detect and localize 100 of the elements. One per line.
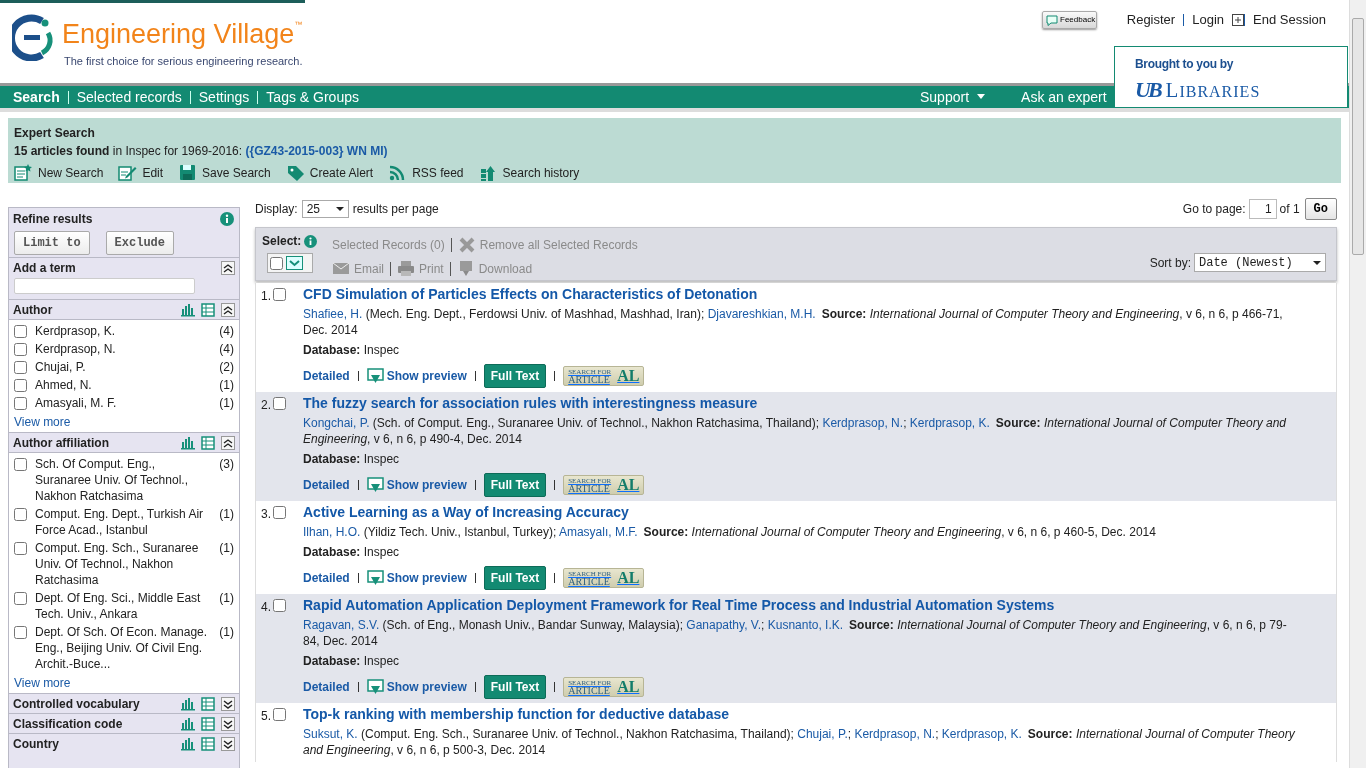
checkbox[interactable] (273, 288, 286, 301)
top-link[interactable]: Register (1118, 10, 1184, 30)
full-text-button[interactable]: Full Text (483, 566, 547, 590)
checkbox[interactable] (14, 397, 27, 410)
view-more-link[interactable]: View more (14, 676, 71, 690)
edit-icon (118, 163, 138, 182)
sort-select[interactable]: Date (Newest) (1194, 253, 1326, 272)
checkbox[interactable] (14, 626, 27, 639)
filter-button[interactable]: Exclude (105, 231, 175, 255)
result-title-link[interactable]: The fuzzy search for association rules with interestingness measure (303, 394, 758, 412)
bar-chart-icon[interactable] (180, 716, 195, 731)
feedback-button[interactable]: Feedback (1042, 11, 1097, 29)
nav-tab[interactable]: Tags & Groups (258, 89, 367, 105)
checkbox[interactable] (273, 397, 286, 410)
collapse-icon[interactable] (221, 302, 235, 317)
full-text-button[interactable]: Full Text (483, 675, 547, 699)
checkbox[interactable] (14, 325, 27, 338)
nav-link[interactable]: Ask an expert (1013, 89, 1115, 105)
author-link[interactable]: Kerdprasop, K. (941, 727, 1022, 741)
bar-chart-icon[interactable] (180, 302, 195, 317)
section-title: Author (13, 301, 53, 319)
top-link[interactable]: Login (1184, 10, 1232, 30)
full-text-button[interactable]: Full Text (483, 364, 547, 388)
bar-chart-icon[interactable] (180, 696, 195, 711)
result-title-link[interactable]: Active Learning as a Way of Increasing Accuracy (303, 503, 629, 521)
result-title-link[interactable]: CFD Simulation of Particles Effects on Characteristics of Detonation (303, 285, 758, 303)
scrollbar[interactable] (1349, 0, 1366, 768)
top-link[interactable]: End Session (1245, 10, 1334, 30)
author-link[interactable]: Amasyalı, M.F. (558, 525, 638, 539)
author-link[interactable]: Chujai, P. (797, 727, 848, 741)
result-title-link[interactable]: Top-k ranking with membership function for deductive database (303, 705, 729, 723)
author-link[interactable]: Ganapathy, V. (686, 618, 762, 632)
full-text-button[interactable]: Full Text (483, 473, 547, 497)
filter-button[interactable]: Limit to (14, 231, 90, 255)
expand-icon[interactable] (221, 716, 235, 731)
table-icon[interactable] (201, 736, 215, 751)
nav-tab[interactable]: Settings (190, 89, 258, 105)
checkbox[interactable] (273, 708, 286, 721)
close-icon (457, 236, 476, 254)
author-link[interactable]: Suksut, K. (303, 727, 358, 741)
toolbar-link[interactable]: Search history (478, 163, 580, 182)
result-title-link[interactable]: Rapid Automation Application Deployment Framework for Real Time Process and Industrial Automation Systems (303, 596, 1055, 614)
select-all-control[interactable] (267, 253, 313, 273)
toolbar-link[interactable]: Save Search (178, 163, 271, 182)
database-text: Database: Inspec (303, 451, 401, 468)
display-label: Display: (255, 201, 298, 218)
detailed-link[interactable]: Detailed (303, 476, 350, 494)
checkbox[interactable] (14, 343, 27, 356)
show-preview-link[interactable]: Show preview (366, 569, 467, 587)
checkbox[interactable] (14, 508, 27, 521)
per-page-select[interactable]: 25 (301, 200, 349, 218)
checkbox[interactable] (273, 506, 286, 519)
author-link[interactable]: Shafiee, H. (303, 307, 363, 321)
checkbox[interactable] (273, 599, 286, 612)
nav-tab[interactable]: Search (5, 89, 68, 105)
table-icon[interactable] (201, 696, 215, 711)
detailed-link[interactable]: Detailed (303, 367, 350, 385)
table-icon[interactable] (201, 435, 215, 450)
author-link[interactable]: Ragavan, S.V. (303, 618, 380, 632)
author-link[interactable]: Kongchai, P. (303, 416, 370, 430)
checkbox[interactable] (14, 592, 27, 605)
show-preview-link[interactable]: Show preview (366, 678, 467, 696)
term-field[interactable] (14, 278, 195, 294)
show-preview-link[interactable]: Show preview (366, 367, 467, 385)
show-preview-link[interactable]: Show preview (366, 476, 467, 494)
author-link[interactable]: Ilhan, H.O. (303, 525, 361, 539)
toolbar-link[interactable]: Edit (118, 163, 164, 182)
bar-chart-icon[interactable] (180, 736, 195, 751)
checkbox[interactable] (14, 458, 27, 471)
facet-label: Chujai, P. (35, 359, 87, 375)
toolbar-link[interactable]: Create Alert (285, 163, 374, 182)
checkbox[interactable] (14, 361, 27, 374)
view-more-link[interactable]: View more (14, 415, 71, 429)
table-icon[interactable] (201, 302, 215, 317)
author-link[interactable]: Djavareshkian, M.H. (707, 307, 816, 321)
author-link[interactable]: Kerdprasop, N. (822, 416, 904, 430)
toolbar-link[interactable]: RSS feed (388, 163, 464, 182)
nav-link[interactable]: Support (912, 89, 994, 105)
info-icon[interactable] (304, 234, 318, 248)
plus-box-icon[interactable] (1232, 13, 1244, 26)
toolbar-link[interactable]: New Search (14, 163, 104, 182)
collapse-icon[interactable] (221, 435, 235, 450)
detailed-link[interactable]: Detailed (303, 678, 350, 696)
author-link[interactable]: Kusnanto, I.K. (767, 618, 844, 632)
collapse-icon[interactable] (221, 260, 235, 275)
author-link[interactable]: Kerdprasop, N. (854, 727, 936, 741)
page-field[interactable]: 1 (1248, 199, 1277, 219)
nav-tab[interactable]: Selected records (68, 89, 190, 105)
checkbox[interactable] (14, 542, 27, 555)
expand-icon[interactable] (221, 696, 235, 711)
go-button[interactable]: Go (1304, 198, 1337, 220)
info-icon[interactable] (220, 212, 234, 226)
checkbox[interactable] (14, 379, 27, 392)
author-link[interactable]: Kerdprasop, K. (909, 416, 990, 430)
bar-chart-icon[interactable] (180, 435, 195, 450)
checkbox[interactable] (270, 256, 283, 270)
table-icon[interactable] (201, 716, 215, 731)
detailed-link[interactable]: Detailed (303, 569, 350, 587)
query-link[interactable]: ({GZ43-2015-003} WN MI) (245, 144, 388, 158)
expand-icon[interactable] (221, 736, 235, 751)
